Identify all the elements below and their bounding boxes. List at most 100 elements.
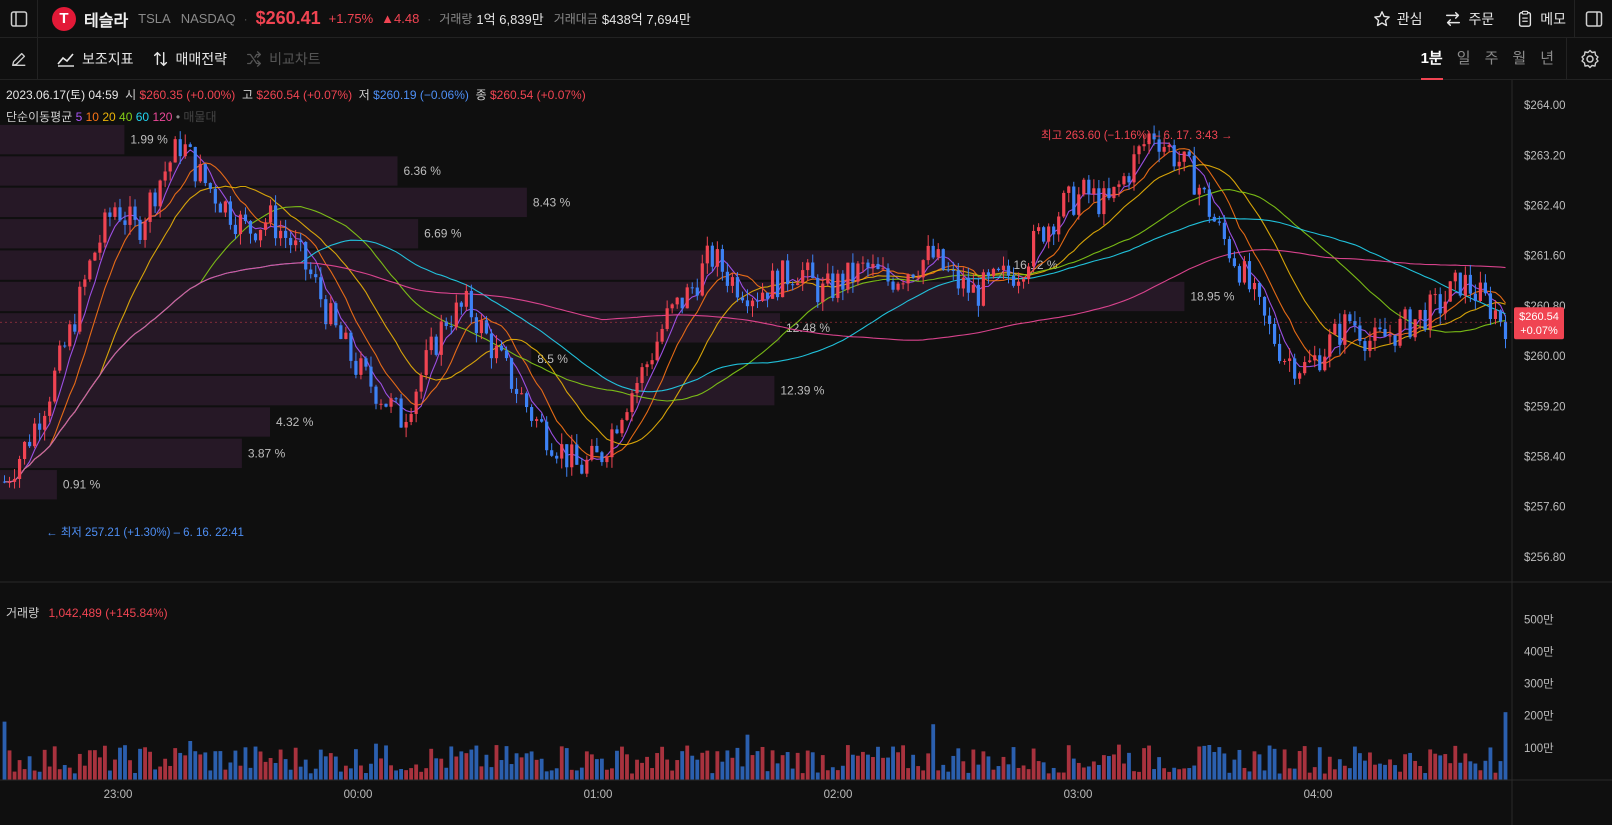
candle-body xyxy=(886,268,890,282)
header-actions: 관심 주문 메모 xyxy=(1373,0,1566,38)
candle-body xyxy=(1468,274,1472,294)
high-value: $260.54 (+0.07%) xyxy=(256,88,353,102)
candle-body xyxy=(1483,282,1488,294)
volume-bar xyxy=(208,770,213,780)
memo-button[interactable]: 메모 xyxy=(1516,9,1566,29)
candle-body xyxy=(394,398,398,400)
candle-body xyxy=(319,277,323,300)
candle-body xyxy=(896,283,900,290)
volume-bar xyxy=(589,754,594,780)
period-year[interactable]: 년 xyxy=(1540,38,1554,80)
strategy-button[interactable]: 매매전략 xyxy=(152,49,227,69)
candle-body xyxy=(1338,323,1342,345)
volume-bar xyxy=(1433,753,1438,780)
volume-bar xyxy=(494,745,499,780)
candle-body xyxy=(1062,192,1066,217)
candle-body xyxy=(625,412,629,420)
drawing-tool-button[interactable] xyxy=(0,37,38,80)
candle-body xyxy=(243,214,248,222)
compare-chart-button[interactable]: 비교차트 xyxy=(245,49,321,69)
candle-body xyxy=(12,479,17,482)
candle-body xyxy=(22,441,27,459)
volume-bar xyxy=(499,760,504,780)
close-value: $260.54 (+0.07%) xyxy=(489,88,586,102)
volume-bar xyxy=(1202,745,1207,780)
low-annotation: ← 최저 257.21 (+1.30%) – 6. 16. 22:41 xyxy=(46,526,244,539)
period-1min[interactable]: 1분 xyxy=(1420,38,1443,80)
volume-bar xyxy=(449,746,454,780)
candle-body xyxy=(901,283,905,285)
order-button[interactable]: 주문 xyxy=(1444,9,1494,29)
candle-body xyxy=(424,350,428,376)
volume-bar xyxy=(690,755,695,780)
volume-bar xyxy=(1167,771,1172,780)
candle-body xyxy=(294,240,298,246)
volume-bar xyxy=(1046,773,1051,780)
volume-bar xyxy=(1368,752,1372,780)
period-day[interactable]: 일 xyxy=(1457,38,1471,80)
time-tick-label: 02:00 xyxy=(824,789,853,801)
candle-body xyxy=(344,332,348,339)
candle-body xyxy=(103,212,107,243)
volume-bar xyxy=(434,758,439,780)
stock-name[interactable]: 테슬라 xyxy=(84,7,128,31)
candle-body xyxy=(700,263,704,296)
volume-bar xyxy=(775,763,780,780)
sidebar-toggle-icon[interactable] xyxy=(0,0,38,38)
candle-body xyxy=(98,242,102,253)
candle-body xyxy=(379,403,383,405)
candle-body xyxy=(1277,343,1282,362)
candle-body xyxy=(600,452,604,463)
candle-body xyxy=(1358,325,1362,342)
swap-icon xyxy=(1446,11,1461,27)
candle-body xyxy=(1197,187,1201,195)
candle-body xyxy=(1097,188,1101,215)
volume-bar xyxy=(1413,760,1418,780)
candle-body xyxy=(248,221,253,234)
current-price: $260.41 xyxy=(255,8,321,28)
volume-bar xyxy=(1071,758,1076,780)
price-chart[interactable]: 1.99 %6.36 %8.43 %6.69 %16.12 %18.95 %12… xyxy=(0,80,1612,825)
volume-bar xyxy=(529,751,534,780)
volume-bar xyxy=(956,748,961,780)
panel-toggle-icon[interactable] xyxy=(1574,0,1612,38)
open-label: 시 xyxy=(125,88,137,102)
candle-body xyxy=(459,302,463,307)
gear-icon xyxy=(1580,49,1599,69)
period-month[interactable]: 월 xyxy=(1512,38,1526,80)
candle-body xyxy=(1418,309,1422,320)
volume-bar xyxy=(414,764,419,780)
candle-body xyxy=(1293,358,1297,379)
volume-profile-bar xyxy=(0,470,57,500)
volume-bar xyxy=(1242,767,1247,780)
watchlist-button[interactable]: 관심 xyxy=(1373,9,1422,29)
candle-body xyxy=(926,245,930,261)
price-tick-label: $257.60 xyxy=(1524,502,1566,514)
period-week[interactable]: 주 xyxy=(1485,38,1499,80)
candle-body xyxy=(1388,335,1392,337)
candle-body xyxy=(1448,281,1452,302)
candle-body xyxy=(906,274,910,284)
line-chart-icon xyxy=(57,52,74,67)
indicators-label: 보조지표 xyxy=(82,50,134,67)
volume-bar xyxy=(313,768,318,780)
candle-body xyxy=(1257,282,1262,297)
candle-body xyxy=(1272,323,1277,344)
volume-profile-label: 12.39 % xyxy=(780,384,824,398)
volume-bar xyxy=(534,759,539,780)
candle-body xyxy=(801,270,805,284)
volume-bar xyxy=(489,767,494,780)
volume-bar xyxy=(640,762,644,780)
moving-average-legend[interactable]: 단순이동평균 5 10 20 40 60 120 • 매물대 xyxy=(6,108,216,125)
candle-body xyxy=(158,180,162,207)
candle-body xyxy=(83,279,87,287)
candle-body xyxy=(1323,356,1327,371)
candle-body xyxy=(354,360,358,375)
candle-body xyxy=(28,441,32,447)
indicators-button[interactable]: 보조지표 xyxy=(56,49,134,69)
volume-bar xyxy=(178,752,183,780)
candle-body xyxy=(464,290,468,307)
volume-bar xyxy=(660,746,665,780)
chart-settings-button[interactable] xyxy=(1566,38,1612,80)
candle-body xyxy=(369,366,373,387)
